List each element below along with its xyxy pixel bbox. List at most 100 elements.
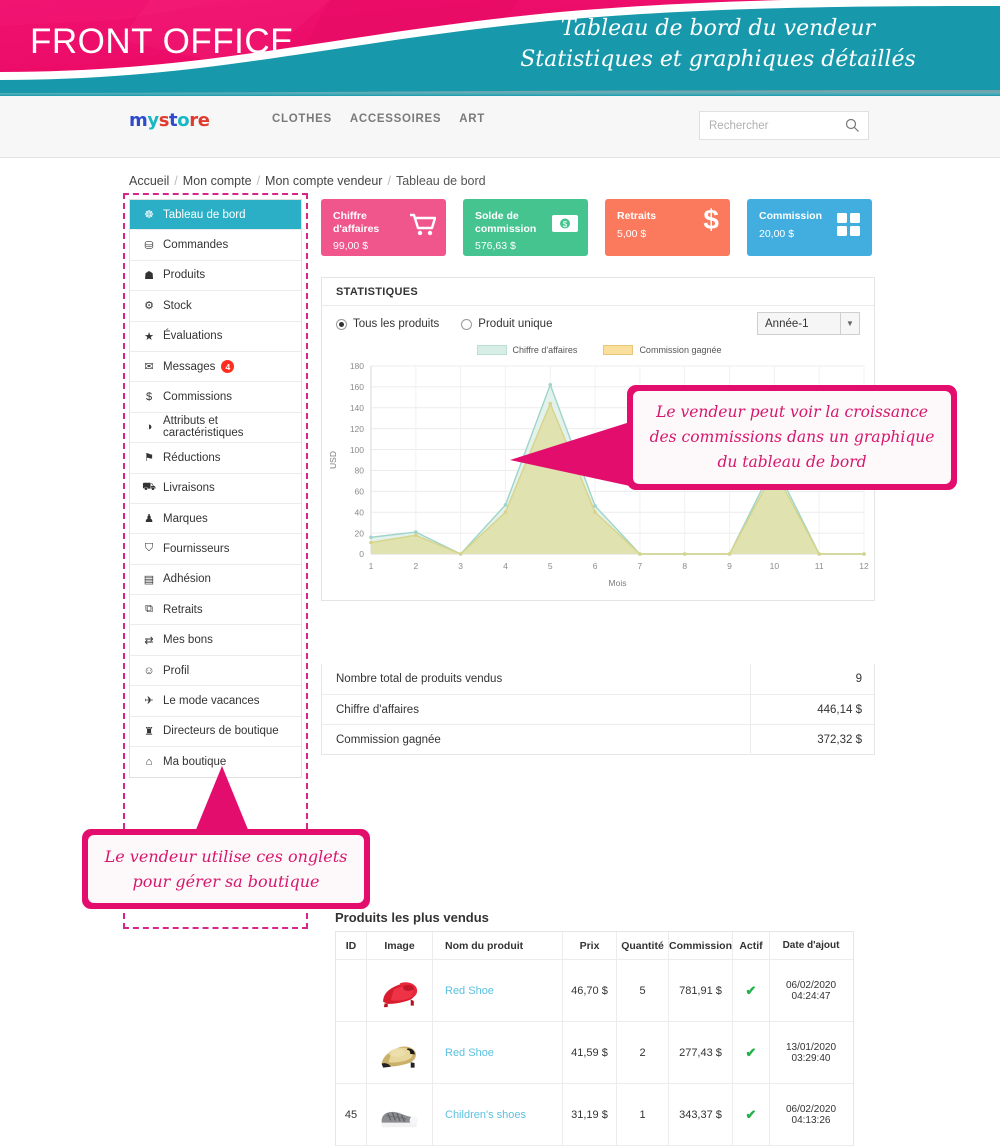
stat-card-label: Chiffre d'affaires xyxy=(333,210,380,235)
statistics-summary-table: Nombre total de produits vendus 9 Chiffre … xyxy=(321,664,875,755)
sidebar-item-messages[interactable]: ✉ Messages 4 xyxy=(130,352,301,383)
y-tick-label: 120 xyxy=(350,424,364,434)
y-tick-label: 80 xyxy=(355,466,365,476)
sidebar-item-label: Le mode vacances xyxy=(163,694,260,707)
check-icon: ✔ xyxy=(745,982,757,998)
search-box[interactable] xyxy=(699,111,869,140)
cell-date: 13/01/2020 03:29:40 xyxy=(785,1041,837,1064)
sidebar-item-profil[interactable]: ☺ Profil xyxy=(130,656,301,687)
cell-prix: 46,70 $ xyxy=(563,960,617,1021)
y-tick-label: 160 xyxy=(350,382,364,392)
chevron-down-icon[interactable]: ▼ xyxy=(840,312,859,335)
banner-line-1: Tableau de bord du vendeur xyxy=(560,16,876,41)
sidebar-item-label: Fournisseurs xyxy=(163,542,230,555)
cell-prix: 31,19 $ xyxy=(563,1084,617,1145)
nav-item-clothes[interactable]: CLOTHES xyxy=(272,113,332,125)
cart-icon xyxy=(410,213,436,236)
x-tick-label: 2 xyxy=(413,561,418,571)
sidebar-item-retraits[interactable]: ⧉ Retraits xyxy=(130,595,301,626)
radio-dot xyxy=(336,318,347,330)
y-tick-label: 20 xyxy=(355,528,365,538)
sidebar-item-icon: ⛉ xyxy=(144,542,154,555)
callout-chart: Le vendeur peut voir la croissance des c… xyxy=(510,385,957,490)
sidebar-item-icon: ♟ xyxy=(144,513,154,526)
sidebar-item-label: Commandes xyxy=(163,239,229,252)
stat-card-value: 576,63 $ xyxy=(475,240,516,252)
summary-row-label: Nombre total de produits vendus xyxy=(336,673,503,685)
summary-row-value: 9 xyxy=(750,664,874,694)
cell-commission: 277,43 $ xyxy=(669,1022,733,1083)
logo-s: s xyxy=(158,110,170,131)
product-thumbnail-red-heels xyxy=(367,960,433,1021)
x-tick-label: 11 xyxy=(815,561,824,571)
product-thumbnail-gold-heels xyxy=(367,1022,433,1083)
sidebar-item-le-mode-vacances[interactable]: ✈ Le mode vacances xyxy=(130,686,301,717)
sidebar-item-label: Réductions xyxy=(163,451,221,464)
sidebar-item-marques[interactable]: ♟ Marques xyxy=(130,504,301,535)
sidebar-item-icon: ⌂ xyxy=(145,756,153,769)
cell-commission: 781,91 $ xyxy=(669,960,733,1021)
sidebar-item-fournisseurs[interactable]: ⛉ Fournisseurs xyxy=(130,534,301,565)
x-tick-label: 7 xyxy=(638,561,643,571)
product-thumbnail-grey-sneakers xyxy=(367,1084,433,1145)
sidebar-item-attributs-et-caract-ristiques[interactable]: ◑ Attributs et caractéristiques xyxy=(130,413,301,444)
sidebar-item-icon: ⛟ xyxy=(142,481,156,494)
sidebar-item-commissions[interactable]: $ Commissions xyxy=(130,382,301,413)
sidebar-item-directeurs-de-boutique[interactable]: ♜ Directeurs de boutique xyxy=(130,717,301,748)
callout-menu-text: Le vendeur utilise ces onglets pour gére… xyxy=(88,835,364,903)
stat-card-retraits[interactable]: Retraits 5,00 $ $ xyxy=(605,199,730,256)
sidebar-item-mes-bons[interactable]: ⇄ Mes bons xyxy=(130,625,301,656)
sidebar-item-icon: ☸ xyxy=(144,209,154,222)
callout-chart-text: Le vendeur peut voir la croissance des c… xyxy=(633,391,951,484)
stat-card-label: Retraits xyxy=(617,210,657,222)
cell-quantite: 2 xyxy=(617,1022,669,1083)
breadcrumb-item-mon-compte[interactable]: Mon compte xyxy=(183,174,252,188)
year-select-value: Année-1 xyxy=(765,317,809,330)
radio-tous-les-produits[interactable]: Tous les produits xyxy=(336,318,439,330)
nav-item-accessoires[interactable]: ACCESSOIRES xyxy=(350,113,441,125)
sidebar-item-stock[interactable]: ⚙ Stock xyxy=(130,291,301,322)
cell-date: 06/02/2020 04:24:47 xyxy=(785,979,837,1002)
legend-swatch xyxy=(476,345,507,355)
nav-item-art[interactable]: ART xyxy=(459,113,485,125)
cell-name[interactable]: Children's shoes xyxy=(433,1084,563,1145)
cell-name[interactable]: Red Shoe xyxy=(433,960,563,1021)
sidebar-item-tableau-de-bord[interactable]: ☸ Tableau de bord xyxy=(130,200,301,231)
breadcrumb-separator: / xyxy=(174,174,178,188)
breadcrumb-item-accueil[interactable]: Accueil xyxy=(129,174,169,188)
y-tick-label: 40 xyxy=(355,507,365,517)
sidebar-item-label: Stock xyxy=(163,299,192,312)
search-icon[interactable] xyxy=(845,118,860,133)
sidebar-item-label: Directeurs de boutique xyxy=(163,725,279,738)
sidebar-item-label: Produits xyxy=(163,269,206,282)
table-row: Red Shoe 41,59 $2 277,43 $ ✔ 13/01/2020 03:2… xyxy=(336,1022,853,1084)
breadcrumb-item-mon-compte-vendeur[interactable]: Mon compte vendeur xyxy=(265,174,382,188)
sidebar-item-r-ductions[interactable]: ⚑ Réductions xyxy=(130,443,301,474)
sidebar-item-valuations[interactable]: ★ Évaluations xyxy=(130,322,301,352)
sidebar-item-commandes[interactable]: ⛁ Commandes xyxy=(130,230,301,261)
cell-name[interactable]: Red Shoe xyxy=(433,1022,563,1083)
year-select[interactable]: Année-1 ▼ xyxy=(757,312,860,335)
radio-produit-unique[interactable]: Produit unique xyxy=(461,318,552,330)
legend-label: Commission gagnée xyxy=(639,345,722,355)
search-input[interactable] xyxy=(700,112,835,139)
store-logo[interactable]: mystore xyxy=(129,110,210,131)
breadcrumb-item-tableau-de-bord: Tableau de bord xyxy=(395,174,486,188)
stat-card-commission[interactable]: Commission 20,00 $ xyxy=(747,199,872,256)
sidebar-item-label: Profil xyxy=(163,664,190,677)
stat-card-solde-commission[interactable]: Solde de commission 576,63 $ $ xyxy=(463,199,588,256)
sidebar-item-icon: ☗ xyxy=(144,269,154,282)
logo-y: y xyxy=(147,110,159,131)
table-row: 45 Children's shoes 31,19 $1 343,37 $ ✔ 06/02… xyxy=(336,1084,853,1146)
cell-quantite: 5 xyxy=(617,960,669,1021)
stat-cards: Chiffre d'affaires 99,00 $ Solde de comm… xyxy=(321,199,875,259)
sidebar-item-icon: ✈ xyxy=(144,695,154,708)
cell-date: 06/02/2020 04:13:26 xyxy=(785,1103,837,1126)
sidebar-item-livraisons[interactable]: ⛟ Livraisons xyxy=(130,474,301,504)
banner-right-title: Tableau de bord du vendeur Statistiques … xyxy=(458,13,978,75)
sidebar-item-produits[interactable]: ☗ Produits xyxy=(130,261,301,292)
sidebar-item-adh-sion[interactable]: ▤ Adhésion xyxy=(130,565,301,596)
stat-card-chiffre-affaires[interactable]: Chiffre d'affaires 99,00 $ xyxy=(321,199,446,256)
callout-tail xyxy=(195,766,249,832)
products-table: ID Image Nom du produit Prix Quantité Commiss… xyxy=(335,931,854,1146)
